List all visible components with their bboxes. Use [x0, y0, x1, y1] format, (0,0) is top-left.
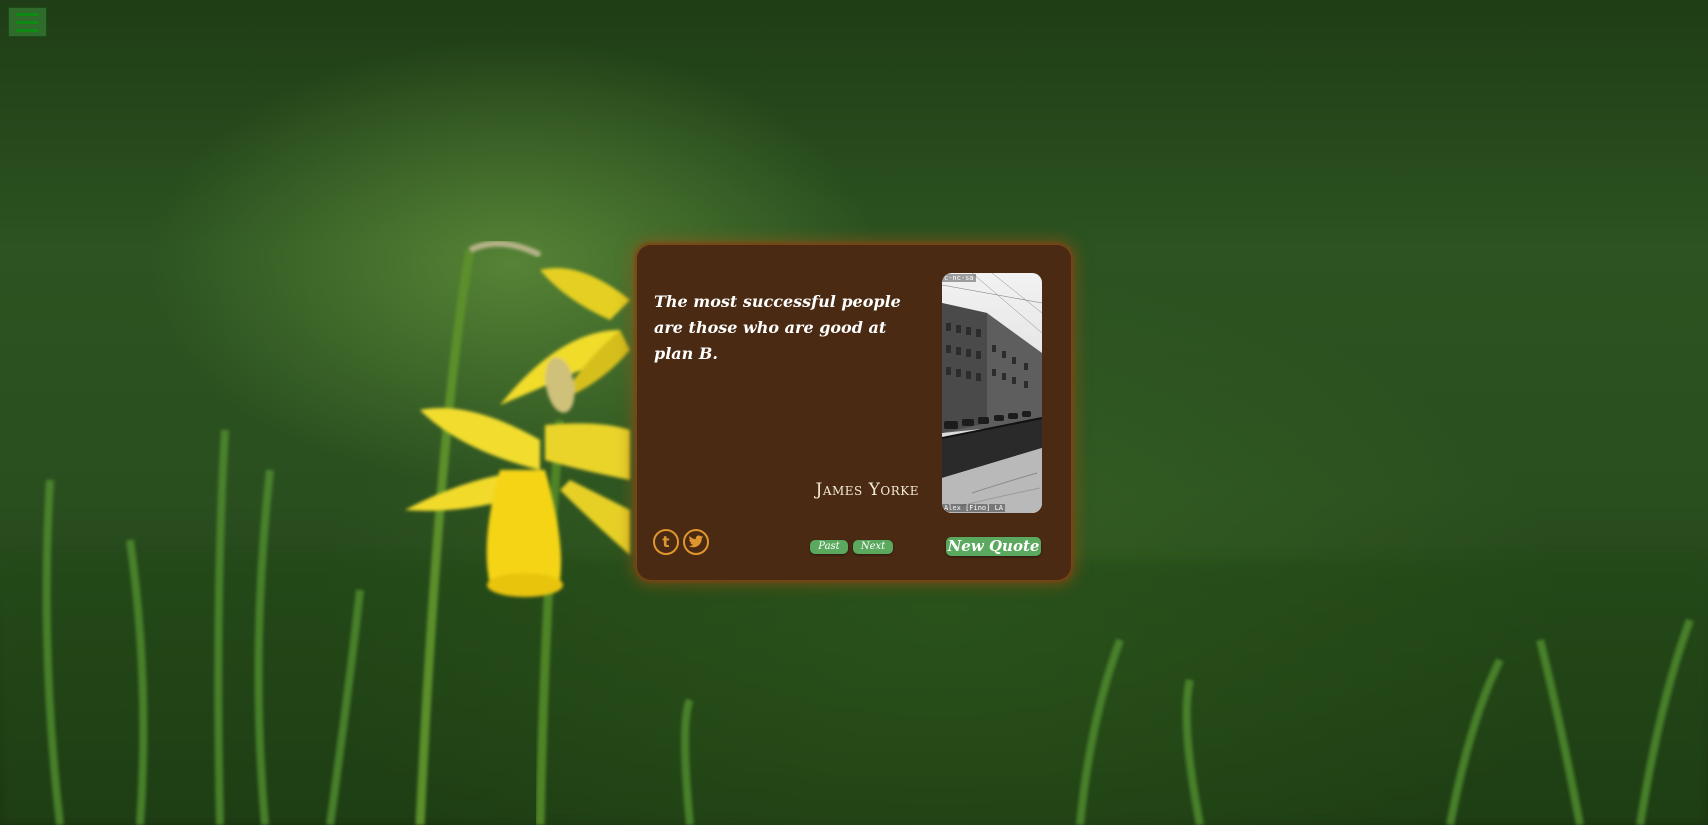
hamburger-menu-icon-line [16, 20, 39, 24]
author-photo: c-nc-sa Alex [Fino] LA [942, 273, 1042, 513]
tumblr-icon: t [662, 532, 670, 551]
quote-text: The most successful people are those who… [654, 292, 901, 363]
new-quote-button[interactable]: New Quote [946, 537, 1041, 556]
share-twitter-button[interactable] [683, 529, 709, 555]
share-tumblr-button[interactable]: t [653, 529, 679, 555]
twitter-icon [688, 535, 704, 548]
photo-license-text: c-nc-sa [942, 274, 976, 282]
past-button[interactable]: Past [810, 540, 848, 554]
quote-card: The most successful people are those who… [637, 245, 1071, 580]
hamburger-menu-icon-line [16, 28, 39, 32]
next-button[interactable]: Next [853, 540, 893, 554]
quote-author: James Yorke [815, 480, 919, 500]
street-photo-image [942, 273, 1042, 513]
photo-credit-text: Alex [Fino] LA [942, 504, 1006, 512]
menu-button[interactable] [8, 7, 47, 37]
hamburger-menu-icon [16, 12, 39, 16]
